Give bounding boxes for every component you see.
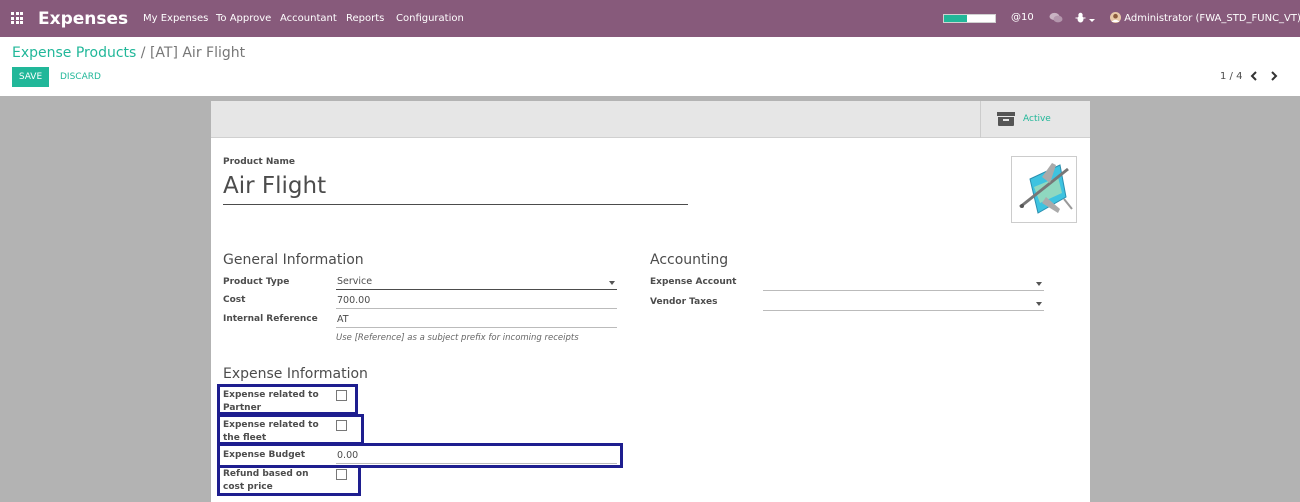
expense-budget-label: Expense Budget: [223, 450, 306, 460]
user-menu[interactable]: Administrator (FWA_STD_FUNC_VT): [1110, 12, 1300, 24]
expense-budget-input[interactable]: 0.00: [336, 448, 617, 464]
product-type-select[interactable]: Service: [336, 274, 617, 290]
chevron-left-icon: [1250, 71, 1257, 81]
activity-menu[interactable]: [1075, 12, 1095, 26]
onboarding-progress-bar[interactable]: [943, 14, 996, 23]
product-name-label: Product Name: [223, 157, 295, 167]
vendor-taxes-label: Vendor Taxes: [650, 297, 718, 307]
avatar: [1110, 12, 1121, 23]
cost-input[interactable]: 700.00: [336, 293, 617, 309]
internal-reference-label: Internal Reference: [223, 314, 318, 324]
cost-label: Cost: [223, 295, 246, 305]
general-information-title: General Information: [223, 252, 364, 268]
menu-to-approve[interactable]: To Approve: [216, 13, 271, 24]
pager-value: 1 / 4: [1220, 71, 1243, 82]
breadcrumb: Expense Products / [AT] Air Flight: [12, 45, 245, 61]
menu-reports[interactable]: Reports: [346, 13, 384, 24]
refund-cost-price-label: Refund based on cost price: [223, 469, 309, 492]
archive-icon: [997, 112, 1015, 126]
user-name: Administrator (FWA_STD_FUNC_VT): [1124, 13, 1300, 24]
expense-information-title: Expense Information: [223, 366, 368, 382]
bug-icon: [1075, 12, 1086, 23]
button-box: Active: [211, 101, 1090, 138]
breadcrumb-parent[interactable]: Expense Products: [12, 45, 136, 61]
pager-previous-button[interactable]: [1250, 70, 1258, 84]
breadcrumb-current: [AT] Air Flight: [149, 45, 246, 61]
save-button[interactable]: SAVE: [12, 67, 49, 87]
product-type-value: Service: [337, 276, 373, 287]
product-name-input[interactable]: Air Flight: [223, 173, 688, 205]
airplane-icon: [1019, 163, 1073, 214]
mentions-counter[interactable]: @10: [1011, 12, 1034, 23]
breadcrumb-separator: /: [140, 45, 146, 61]
product-image[interactable]: [1011, 156, 1077, 223]
form-sheet: Active Product Name Air Flight General I…: [211, 101, 1090, 502]
active-label: Active: [1023, 114, 1051, 124]
expense-partner-label: Expense related to Partner: [223, 390, 319, 413]
apps-grid-icon[interactable]: [11, 12, 24, 24]
menu-configuration[interactable]: Configuration: [396, 13, 464, 24]
menu-accountant[interactable]: Accountant: [280, 13, 337, 24]
top-navbar: Expenses My Expenses To Approve Accounta…: [0, 0, 1300, 37]
accounting-title: Accounting: [650, 252, 729, 268]
pager-next-button[interactable]: [1270, 70, 1278, 84]
menu-my-expenses[interactable]: My Expenses: [143, 13, 208, 24]
expense-fleet-checkbox[interactable]: [336, 420, 347, 431]
chevron-down-icon: [609, 281, 615, 285]
expense-account-select[interactable]: [763, 275, 1044, 291]
internal-reference-input[interactable]: AT: [336, 312, 617, 328]
vendor-taxes-select[interactable]: [763, 295, 1044, 311]
chevron-down-icon: [1036, 282, 1042, 286]
expense-account-label: Expense Account: [650, 277, 737, 287]
active-toggle-button[interactable]: Active: [980, 101, 1090, 138]
refund-cost-price-checkbox[interactable]: [336, 469, 347, 480]
chevron-down-icon: [1036, 302, 1042, 306]
messaging-icon[interactable]: [1049, 12, 1063, 27]
expense-partner-checkbox[interactable]: [336, 390, 347, 401]
discard-button[interactable]: DISCARD: [56, 67, 105, 87]
internal-reference-help: Use [Reference] as a subject prefix for …: [336, 333, 579, 343]
progress-fill: [944, 15, 967, 22]
expense-fleet-label: Expense related to the fleet: [223, 420, 319, 443]
app-title: Expenses: [38, 9, 129, 29]
chevron-right-icon: [1271, 71, 1278, 81]
product-type-label: Product Type: [223, 277, 290, 287]
